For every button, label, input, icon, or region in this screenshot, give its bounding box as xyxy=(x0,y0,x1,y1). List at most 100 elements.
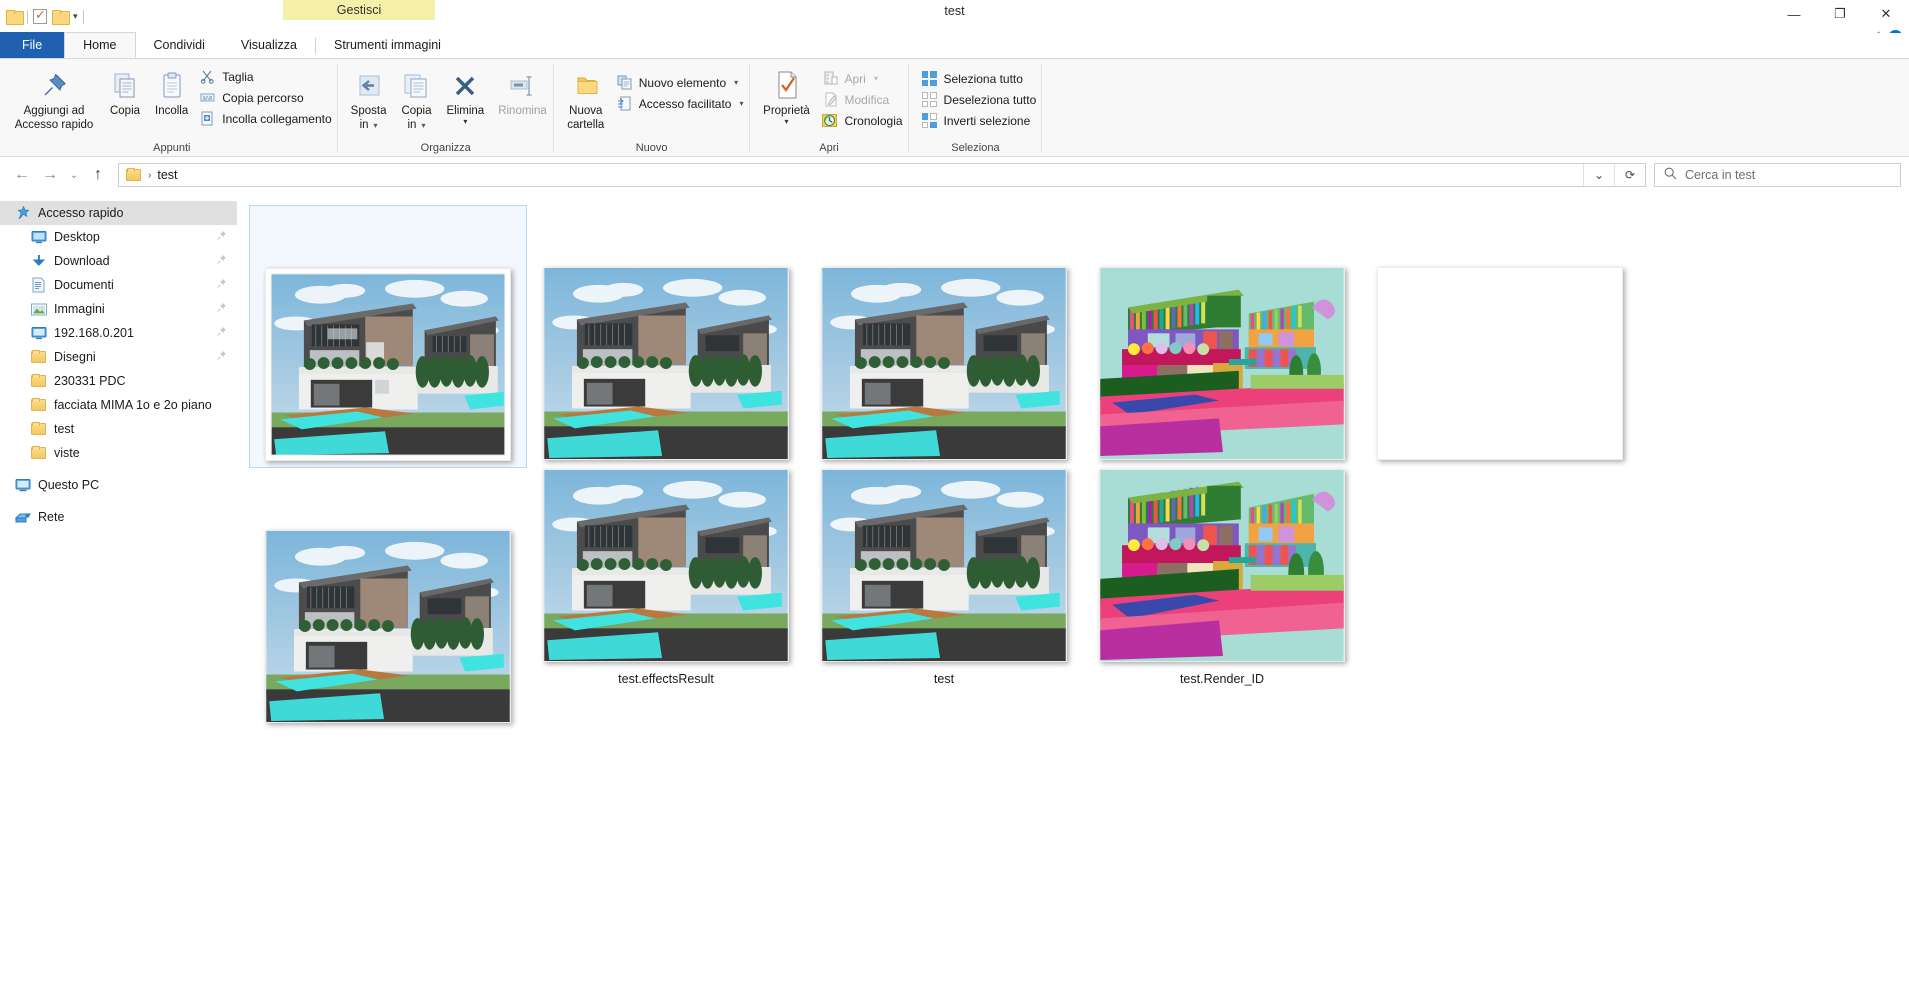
group-label-seleziona: Seleziona xyxy=(951,141,1000,154)
sidebar-item-immagini[interactable]: Immagini xyxy=(0,297,237,321)
history-button[interactable]: Cronologia xyxy=(818,110,909,131)
minimize-button[interactable]: — xyxy=(1771,0,1817,28)
delete-button[interactable]: Elimina ▾ xyxy=(439,63,491,139)
scissors-icon xyxy=(199,68,216,85)
thumbnail xyxy=(1098,267,1346,460)
render-photo-thumbnail xyxy=(821,267,1067,460)
recent-locations-button[interactable]: ⌄ xyxy=(64,161,84,189)
sidebar-item-facciata-mima[interactable]: facciata MIMA 1o e 2o piano xyxy=(0,393,237,417)
new-folder-icon[interactable] xyxy=(52,10,70,25)
file-item[interactable]: test.Alpha xyxy=(1361,205,1639,468)
pin-icon[interactable] xyxy=(216,350,227,364)
folder-icon[interactable] xyxy=(6,10,24,25)
file-item[interactable]: test.denoiser xyxy=(249,468,527,731)
rename-label: Rinomina xyxy=(498,105,547,117)
back-button[interactable]: ← xyxy=(8,161,36,189)
new-item-icon xyxy=(616,74,633,91)
easy-access-icon xyxy=(616,95,633,112)
sidebar-item-test[interactable]: test xyxy=(0,417,237,441)
properties-icon[interactable] xyxy=(33,7,47,24)
copy-button[interactable]: Copia xyxy=(102,63,148,139)
chevron-down-icon[interactable]: ▾ xyxy=(784,118,788,126)
sidebar-item-network-computer[interactable]: 192.168.0.201 xyxy=(0,321,237,345)
pin-icon[interactable] xyxy=(216,254,227,268)
sidebar-item-230331-pdc[interactable]: 230331 PDC xyxy=(0,369,237,393)
file-item[interactable]: Desktop.denoiser xyxy=(249,205,527,468)
file-name: test.Render_ID xyxy=(1179,672,1265,686)
pin-icon[interactable] xyxy=(216,278,227,292)
sidebar-item-viste[interactable]: viste xyxy=(0,441,237,465)
sidebar-item-label: Desktop xyxy=(54,230,100,244)
properties-button[interactable]: Proprietà ▾ xyxy=(756,63,818,139)
cut-button[interactable]: Taglia xyxy=(195,66,337,87)
tab-visualizza[interactable]: Visualizza xyxy=(223,32,315,58)
search-input[interactable]: Cerca in test xyxy=(1654,163,1901,187)
quick-access-toolbar[interactable]: ▾ xyxy=(0,0,84,33)
sidebar-item-accesso-rapido[interactable]: Accesso rapido xyxy=(0,201,237,225)
copy-to-button[interactable]: Copia in ▾ xyxy=(393,63,439,139)
copy-path-button[interactable]: Copia percorso xyxy=(195,87,337,108)
folder-icon xyxy=(30,349,47,366)
maximize-button[interactable]: ❐ xyxy=(1817,0,1863,28)
address-input[interactable]: › test ⌄ ⟳ xyxy=(118,163,1646,187)
up-button[interactable]: ↑ xyxy=(84,161,112,189)
select-all-label: Seleziona tutto xyxy=(943,71,1023,86)
chevron-down-icon[interactable]: ▾ xyxy=(73,12,78,21)
invert-selection-button[interactable]: Inverti selezione xyxy=(917,110,1043,131)
select-none-button[interactable]: Deseleziona tutto xyxy=(917,89,1043,110)
easy-access-button[interactable]: Accesso facilitato ▾ xyxy=(612,93,750,114)
group-label-organizza: Organizza xyxy=(420,141,471,154)
seleziona-small-buttons: Seleziona tutto Deseleziona tutto Invert… xyxy=(917,63,1043,139)
tab-strumenti-immagini[interactable]: Strumenti immagini xyxy=(316,32,459,58)
file-item[interactable]: test.effectsResult xyxy=(527,468,805,686)
pin-to-quick-access-button[interactable]: Aggiungi ad Accesso rapido xyxy=(6,63,102,139)
edit-icon xyxy=(822,91,839,108)
chevron-down-icon[interactable]: ▾ xyxy=(734,78,738,87)
file-item[interactable]: Desktop.Render_ID xyxy=(1083,205,1361,468)
sidebar-item-download[interactable]: Download xyxy=(0,249,237,273)
breadcrumb[interactable]: › test xyxy=(125,167,178,184)
new-folder-button[interactable]: Nuova cartella xyxy=(560,63,612,139)
select-all-button[interactable]: Seleziona tutto xyxy=(917,68,1043,89)
new-item-button[interactable]: Nuovo elemento ▾ xyxy=(612,72,750,93)
breadcrumb-path[interactable]: test xyxy=(157,168,177,182)
tab-file[interactable]: File xyxy=(0,32,65,58)
sidebar-item-label: 230331 PDC xyxy=(54,374,126,388)
sidebar-item-questo-pc[interactable]: Questo PC xyxy=(0,473,237,497)
pin-icon[interactable] xyxy=(216,326,227,340)
rename-button[interactable]: Rinomina xyxy=(491,63,554,139)
tab-home[interactable]: Home xyxy=(64,32,136,58)
pin-icon[interactable] xyxy=(216,302,227,316)
chevron-down-icon[interactable]: ▾ xyxy=(739,99,743,108)
sidebar-item-disegni[interactable]: Disegni xyxy=(0,345,237,369)
tab-condividi[interactable]: Condividi xyxy=(136,32,223,58)
refresh-button[interactable]: ⟳ xyxy=(1615,164,1645,186)
open-button[interactable]: Apri ▾ xyxy=(818,68,909,89)
edit-button[interactable]: Modifica xyxy=(818,89,909,110)
file-list-view[interactable]: Desktop.denoiser xyxy=(237,193,1909,999)
address-history-button[interactable]: ⌄ xyxy=(1584,164,1614,186)
chevron-down-icon[interactable]: ▾ xyxy=(463,118,467,126)
render-id-thumbnail xyxy=(1099,267,1345,460)
move-to-button[interactable]: Sposta in ▾ xyxy=(344,63,394,139)
ribbon-tabs: File Home Condividi Visualizza Strumenti… xyxy=(0,32,1909,59)
file-item[interactable]: test xyxy=(805,468,1083,686)
render-photo-thumbnail xyxy=(265,268,511,461)
chevron-down-icon[interactable]: ▾ xyxy=(874,74,878,83)
ribbon-group-appunti: Aggiungi ad Accesso rapido Copia Incolla… xyxy=(6,59,338,156)
paste-button[interactable]: Incolla xyxy=(148,63,195,139)
sidebar-item-desktop[interactable]: Desktop xyxy=(0,225,237,249)
paste-shortcut-button[interactable]: Incolla collegamento xyxy=(195,108,337,129)
sidebar-item-documenti[interactable]: Documenti xyxy=(0,273,237,297)
file-item[interactable]: test.Render_ID xyxy=(1083,468,1361,686)
file-item[interactable]: Desktop.effectsResult xyxy=(527,205,805,468)
sidebar-item-rete[interactable]: Rete xyxy=(0,505,237,529)
close-button[interactable]: ✕ xyxy=(1863,0,1909,28)
ribbon-group-seleziona: Seleziona tutto Deseleziona tutto Invert… xyxy=(909,59,1043,156)
forward-button[interactable]: → xyxy=(36,161,64,189)
pin-icon[interactable] xyxy=(216,230,227,244)
copy-path-icon xyxy=(199,89,216,106)
file-item[interactable]: Desktop xyxy=(805,205,1083,468)
chevron-down-icon[interactable]: ▾ xyxy=(421,121,425,131)
chevron-down-icon[interactable]: ▾ xyxy=(374,121,378,131)
